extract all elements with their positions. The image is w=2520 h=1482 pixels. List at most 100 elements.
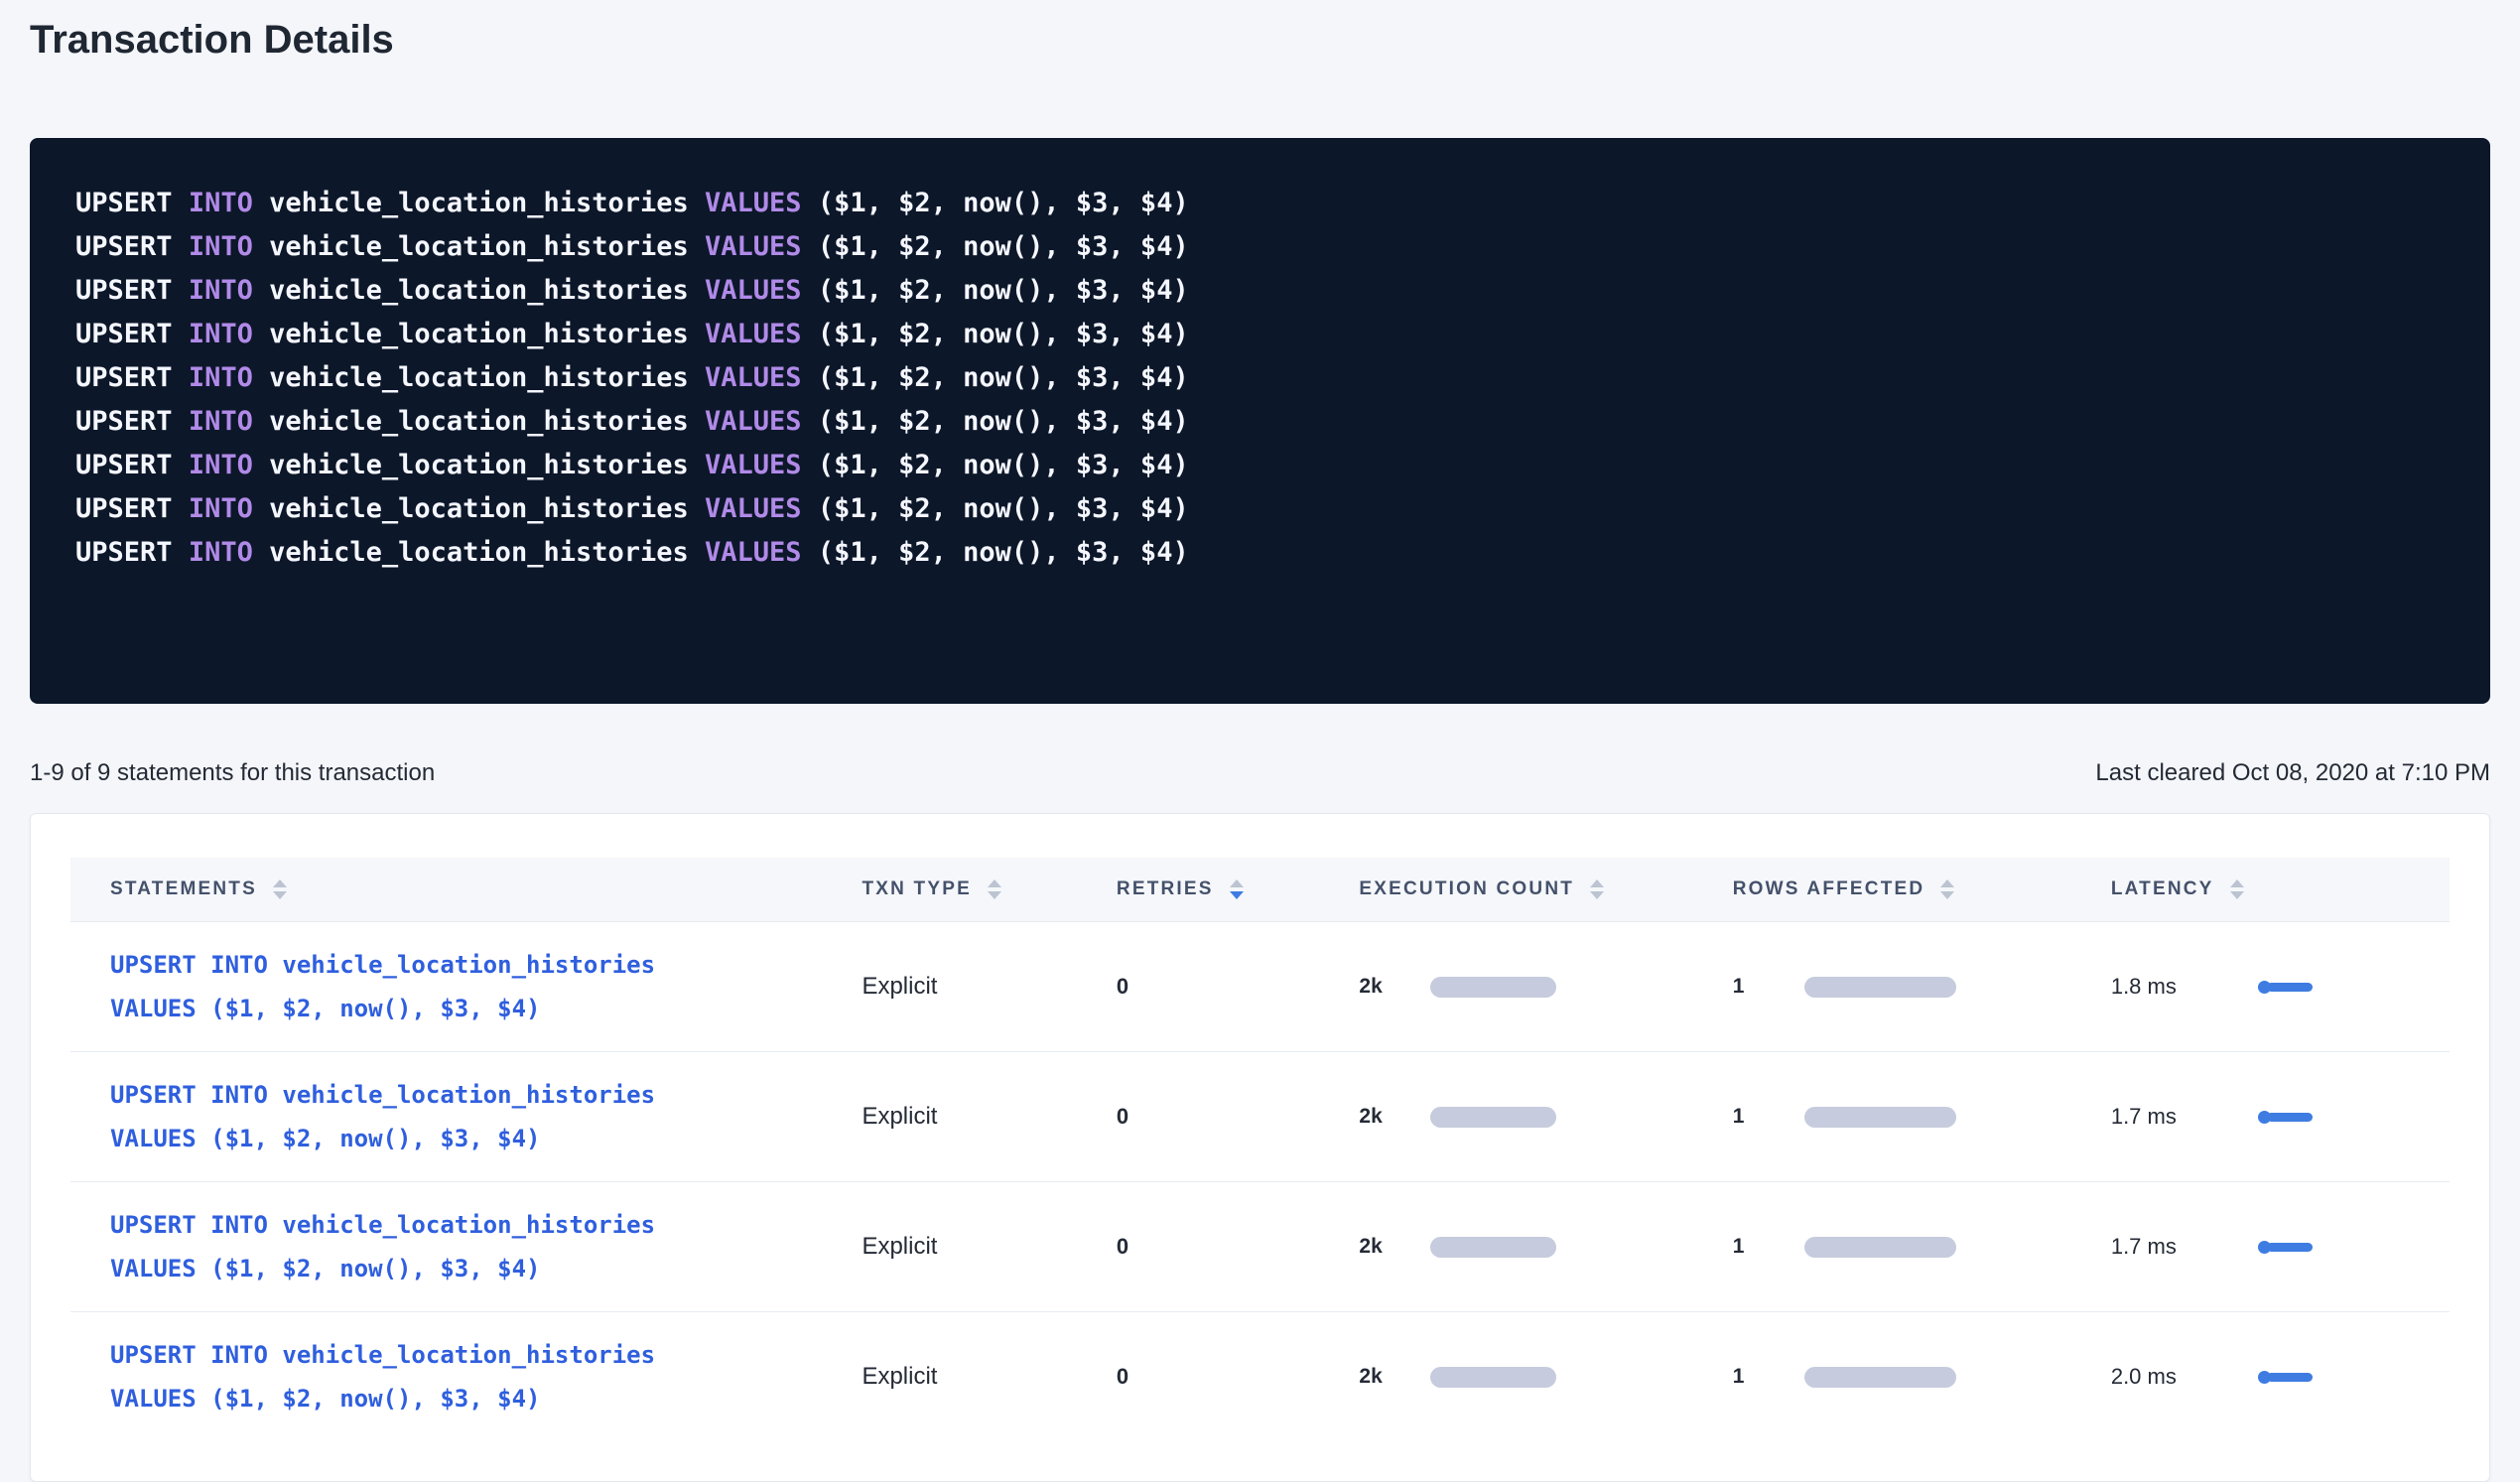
column-header-txn-type[interactable]: TXN TYPE — [822, 878, 1076, 900]
statement-line-1: UPSERT INTO vehicle_location_histories — [110, 1203, 822, 1247]
column-header-latency[interactable]: LATENCY — [2071, 878, 2450, 900]
statement-link[interactable]: UPSERT INTO vehicle_location_histories V… — [110, 1203, 822, 1290]
column-label: RETRIES — [1117, 878, 1214, 900]
table-row: UPSERT INTO vehicle_location_histories V… — [70, 1051, 2450, 1181]
execution-count-bar — [1430, 977, 1556, 998]
sort-icon[interactable] — [1940, 879, 1954, 899]
sql-keyword-values: VALUES — [705, 362, 802, 393]
retries-cell: 0 — [1077, 1364, 1319, 1390]
sql-args: ($1, $2, now(), $3, $4) — [818, 319, 1189, 349]
sql-keyword-upsert: UPSERT — [75, 231, 173, 262]
sql-keyword-into: INTO — [189, 362, 253, 393]
sort-up-icon — [1230, 879, 1244, 887]
sql-keyword-into: INTO — [189, 275, 253, 306]
sort-down-icon — [273, 891, 287, 899]
sql-table-name: vehicle_location_histories — [269, 275, 689, 306]
execution-count-bar — [1430, 1367, 1556, 1388]
sql-keyword-into: INTO — [189, 188, 253, 218]
execution-count-cell: 2k — [1319, 1365, 1692, 1389]
column-header-statements[interactable]: STATEMENTS — [70, 878, 822, 900]
sort-down-icon — [1940, 891, 1954, 899]
sql-keyword-values: VALUES — [705, 188, 802, 218]
statement-line-1: UPSERT INTO vehicle_location_histories — [110, 943, 822, 987]
latency-value: 2.0 ms — [2111, 1364, 2232, 1390]
sql-table-name: vehicle_location_histories — [269, 362, 689, 393]
sql-statement-line: UPSERT INTO vehicle_location_histories V… — [75, 313, 2445, 356]
sql-args: ($1, $2, now(), $3, $4) — [818, 188, 1189, 218]
page-title: Transaction Details — [30, 18, 2490, 63]
transaction-details-page: Transaction Details UPSERT INTO vehicle_… — [0, 18, 2520, 1482]
latency-bar — [2267, 1113, 2313, 1122]
column-header-retries[interactable]: RETRIES — [1077, 878, 1319, 900]
statement-line-2: VALUES ($1, $2, now(), $3, $4) — [110, 1377, 822, 1420]
sql-table-name: vehicle_location_histories — [269, 231, 689, 262]
last-cleared-label: Last cleared Oct 08, 2020 at 7:10 PM — [2095, 759, 2490, 787]
latency-value: 1.7 ms — [2111, 1234, 2232, 1260]
rows-affected-bar — [1804, 1367, 1956, 1388]
execution-count-bar — [1430, 1237, 1556, 1258]
sql-keyword-upsert: UPSERT — [75, 450, 173, 480]
sort-down-icon — [1590, 891, 1604, 899]
rows-affected-cell: 1 — [1693, 1365, 2071, 1389]
sql-keyword-upsert: UPSERT — [75, 406, 173, 437]
sort-icon[interactable] — [988, 879, 1001, 899]
execution-count-bar — [1430, 1107, 1556, 1128]
statement-line-2: VALUES ($1, $2, now(), $3, $4) — [110, 987, 822, 1030]
column-label: STATEMENTS — [110, 878, 257, 900]
sort-down-icon-active — [1230, 891, 1244, 899]
sql-table-name: vehicle_location_histories — [269, 406, 689, 437]
column-header-rows-affected[interactable]: ROWS AFFECTED — [1693, 878, 2071, 900]
table-row: UPSERT INTO vehicle_location_histories V… — [70, 1311, 2450, 1441]
latency-cell: 1.7 ms — [2071, 1104, 2450, 1130]
column-header-execution-count[interactable]: EXECUTION COUNT — [1319, 878, 1692, 900]
sort-icon[interactable] — [1590, 879, 1604, 899]
execution-count-value: 2k — [1359, 975, 1430, 999]
sql-statement-line: UPSERT INTO vehicle_location_histories V… — [75, 400, 2445, 444]
statement-link[interactable]: UPSERT INTO vehicle_location_histories V… — [110, 1073, 822, 1160]
sql-keyword-upsert: UPSERT — [75, 319, 173, 349]
sql-table-name: vehicle_location_histories — [269, 319, 689, 349]
sql-table-name: vehicle_location_histories — [269, 450, 689, 480]
sql-keyword-values: VALUES — [705, 275, 802, 306]
sort-icon[interactable] — [1230, 879, 1244, 899]
statement-link[interactable]: UPSERT INTO vehicle_location_histories V… — [110, 1333, 822, 1420]
latency-value: 1.8 ms — [2111, 974, 2232, 1000]
sql-keyword-values: VALUES — [705, 537, 802, 568]
sql-keyword-into: INTO — [189, 319, 253, 349]
sql-statements-box: UPSERT INTO vehicle_location_histories V… — [30, 138, 2490, 704]
sql-args: ($1, $2, now(), $3, $4) — [818, 450, 1189, 480]
column-label: ROWS AFFECTED — [1733, 878, 1925, 900]
txn-type-cell: Explicit — [822, 1103, 1076, 1131]
sql-keyword-into: INTO — [189, 450, 253, 480]
execution-count-value: 2k — [1359, 1365, 1430, 1389]
execution-count-cell: 2k — [1319, 1105, 1692, 1129]
statement-line-2: VALUES ($1, $2, now(), $3, $4) — [110, 1247, 822, 1290]
latency-value: 1.7 ms — [2111, 1104, 2232, 1130]
sql-args: ($1, $2, now(), $3, $4) — [818, 362, 1189, 393]
sort-up-icon — [1940, 879, 1954, 887]
rows-affected-cell: 1 — [1693, 1235, 2071, 1259]
sql-keyword-upsert: UPSERT — [75, 275, 173, 306]
sort-icon[interactable] — [273, 879, 287, 899]
sql-args: ($1, $2, now(), $3, $4) — [818, 493, 1189, 524]
sql-args: ($1, $2, now(), $3, $4) — [818, 406, 1189, 437]
statement-line-1: UPSERT INTO vehicle_location_histories — [110, 1073, 822, 1117]
latency-bar — [2267, 1373, 2313, 1382]
sort-up-icon — [1590, 879, 1604, 887]
column-label: TXN TYPE — [862, 878, 972, 900]
latency-bar-icon — [2258, 1241, 2313, 1254]
rows-affected-bar — [1804, 977, 1956, 998]
rows-affected-bar — [1804, 1237, 1956, 1258]
column-label: LATENCY — [2111, 878, 2214, 900]
sql-keyword-upsert: UPSERT — [75, 493, 173, 524]
sql-keyword-into: INTO — [189, 231, 253, 262]
statement-link[interactable]: UPSERT INTO vehicle_location_histories V… — [110, 943, 822, 1030]
sort-icon[interactable] — [2230, 879, 2244, 899]
sql-keyword-values: VALUES — [705, 406, 802, 437]
execution-count-value: 2k — [1359, 1235, 1430, 1259]
sql-args: ($1, $2, now(), $3, $4) — [818, 537, 1189, 568]
rows-affected-cell: 1 — [1693, 975, 2071, 999]
retries-cell: 0 — [1077, 974, 1319, 1000]
statements-table-card: STATEMENTS TXN TYPE RETRIES EXECUTION CO… — [30, 813, 2490, 1482]
rows-affected-value: 1 — [1733, 1105, 1804, 1129]
